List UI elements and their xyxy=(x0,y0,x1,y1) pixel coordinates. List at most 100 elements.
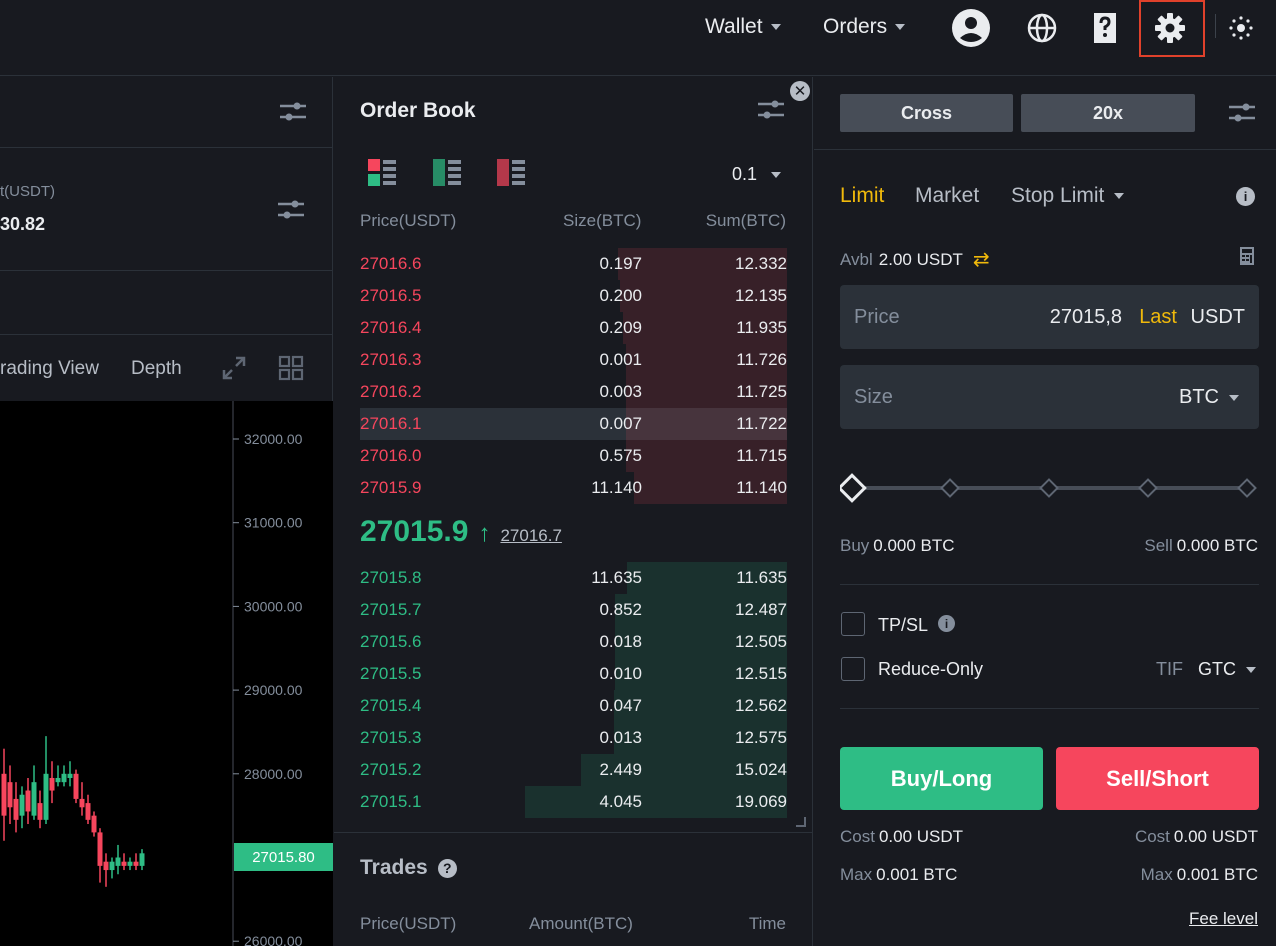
info-icon[interactable]: ? xyxy=(437,858,457,878)
trades-header: Trades ? xyxy=(360,856,457,880)
resize-handle-icon[interactable] xyxy=(796,817,806,827)
last-price-button[interactable]: Last xyxy=(1139,306,1177,329)
tab-market[interactable]: Market xyxy=(915,184,979,208)
bid-row[interactable]: 27015.7 0.852 12.487 xyxy=(360,594,787,626)
y-axis-label: 26000.00 xyxy=(244,933,303,946)
tpsl-checkbox[interactable] xyxy=(841,612,865,636)
both-sides-view-icon[interactable] xyxy=(368,159,396,192)
tab-limit[interactable]: Limit xyxy=(840,184,884,208)
tif-select[interactable]: GTC xyxy=(1198,659,1256,680)
row-price: 27016.6 xyxy=(360,254,422,273)
info-icon[interactable]: i xyxy=(938,615,955,632)
divider xyxy=(0,334,333,335)
divider xyxy=(334,832,813,833)
ask-row[interactable]: 27016.5 0.200 12.135 xyxy=(360,280,787,312)
ask-row[interactable]: 27016.4 0.209 11.935 xyxy=(360,312,787,344)
row-size: 0.007 xyxy=(599,414,642,433)
tab-stop-limit[interactable]: Stop Limit xyxy=(1011,184,1125,208)
orders-menu[interactable]: Orders xyxy=(823,14,906,40)
fee-level-link[interactable]: Fee level xyxy=(1189,909,1258,929)
bid-row[interactable]: 27015.2 2.449 15.024 xyxy=(360,754,787,786)
sliders-icon[interactable] xyxy=(1229,102,1255,129)
ask-row[interactable]: 27016.1 0.007 11.722 xyxy=(360,408,787,440)
candle-body xyxy=(31,782,37,816)
ask-row[interactable]: 27016.6 0.197 12.332 xyxy=(360,248,787,280)
settings-highlight-box xyxy=(1139,0,1205,57)
row-sum: 12.575 xyxy=(735,728,787,747)
grid-layout-icon[interactable] xyxy=(278,355,304,386)
size-slider[interactable] xyxy=(837,473,1260,503)
tab-trading-view[interactable]: rading View xyxy=(0,358,99,380)
candle-body xyxy=(43,773,49,820)
asks-view-icon[interactable] xyxy=(497,159,525,192)
theme-icon[interactable] xyxy=(1221,8,1261,48)
ask-row[interactable]: 27016.0 0.575 11.715 xyxy=(360,440,787,472)
size-label: Size xyxy=(854,386,893,408)
row-price: 27015.1 xyxy=(360,792,422,811)
size-unit-select[interactable]: BTC xyxy=(1179,386,1239,409)
mark-price[interactable]: 27016.7 xyxy=(500,526,561,546)
last-price-row[interactable]: 27015.9 ↑ 27016.7 xyxy=(360,515,562,549)
price-input[interactable]: 27015,8 xyxy=(1050,306,1122,329)
cost-label: Cost xyxy=(840,827,875,846)
bid-row[interactable]: 27015.1 4.045 19.069 xyxy=(360,786,787,818)
row-price: 27015.4 xyxy=(360,696,422,715)
last-price-tag: 27015.80 xyxy=(234,843,333,871)
candle-body xyxy=(79,798,85,808)
expand-icon[interactable] xyxy=(221,355,247,386)
bid-row[interactable]: 27015.4 0.047 12.562 xyxy=(360,690,787,722)
row-sum: 12.562 xyxy=(735,696,787,715)
globe-icon[interactable] xyxy=(1022,8,1062,48)
price-field[interactable]: Price 27015,8 Last USDT xyxy=(840,285,1259,349)
buy-value: 0.000 BTC xyxy=(873,536,955,555)
ask-row[interactable]: 27016.3 0.001 11.726 xyxy=(360,344,787,376)
margin-mode-button[interactable]: Cross xyxy=(840,94,1013,132)
transfer-icon[interactable]: ⇄ xyxy=(973,247,990,272)
buy-label: Buy xyxy=(840,536,870,555)
sell-cost-value: 0.00 USDT xyxy=(1173,827,1258,846)
bids-view-icon[interactable] xyxy=(433,159,461,192)
row-size: 11.635 xyxy=(591,568,642,587)
info-icon[interactable]: i xyxy=(1236,187,1255,206)
size-field[interactable]: Size BTC xyxy=(840,365,1259,429)
row-sum: 11.726 xyxy=(736,350,787,369)
bid-row[interactable]: 27015.5 0.010 12.515 xyxy=(360,658,787,690)
candle-body xyxy=(7,782,13,808)
precision-select[interactable]: 0.1 xyxy=(732,164,782,185)
unit-label: t(USDT) xyxy=(0,183,55,200)
trades-col-price: Price(USDT) xyxy=(360,914,457,933)
wallet-menu[interactable]: Wallet xyxy=(705,14,781,40)
row-price: 27015.3 xyxy=(360,728,422,747)
row-price: 27016.3 xyxy=(360,350,422,369)
price-chart[interactable]: 32000.00 31000.00 30000.00 29000.00 28000.00… xyxy=(0,401,333,946)
bid-row[interactable]: 27015.3 0.013 12.575 xyxy=(360,722,787,754)
user-icon[interactable] xyxy=(951,8,991,48)
row-size: 0.200 xyxy=(599,286,642,305)
row-size: 11.140 xyxy=(591,478,642,497)
buy-long-button[interactable]: Buy/Long xyxy=(840,747,1043,810)
close-icon[interactable]: ✕ xyxy=(790,81,810,101)
bid-row[interactable]: 27015.8 11.635 11.635 xyxy=(360,562,787,594)
calculator-icon[interactable] xyxy=(1240,247,1254,270)
row-size: 2.449 xyxy=(599,760,642,779)
col-sum: Sum(BTC) xyxy=(705,211,786,230)
tab-depth[interactable]: Depth xyxy=(131,358,182,380)
leverage-button[interactable]: 20x xyxy=(1021,94,1195,132)
buy-cost-value: 0.00 USDT xyxy=(878,827,964,846)
row-sum: 11.725 xyxy=(736,382,787,401)
row-price: 27016.5 xyxy=(360,286,422,305)
sliders-icon[interactable] xyxy=(278,199,304,226)
row-size: 0.018 xyxy=(599,632,642,651)
y-axis-label: 29000.00 xyxy=(244,682,303,698)
sliders-icon[interactable] xyxy=(758,99,784,126)
sliders-icon[interactable] xyxy=(280,101,306,128)
help-icon[interactable] xyxy=(1085,8,1125,48)
bid-row[interactable]: 27015.6 0.018 12.505 xyxy=(360,626,787,658)
sell-short-button[interactable]: Sell/Short xyxy=(1056,747,1259,810)
reduce-only-checkbox[interactable] xyxy=(841,657,865,681)
ask-row[interactable]: 27016.2 0.003 11.725 xyxy=(360,376,787,408)
stop-limit-label: Stop Limit xyxy=(1011,184,1105,207)
trades-col-time: Time xyxy=(748,914,786,933)
max-label: Max xyxy=(840,865,873,884)
ask-row[interactable]: 27015.9 11.140 11.140 xyxy=(360,472,787,504)
